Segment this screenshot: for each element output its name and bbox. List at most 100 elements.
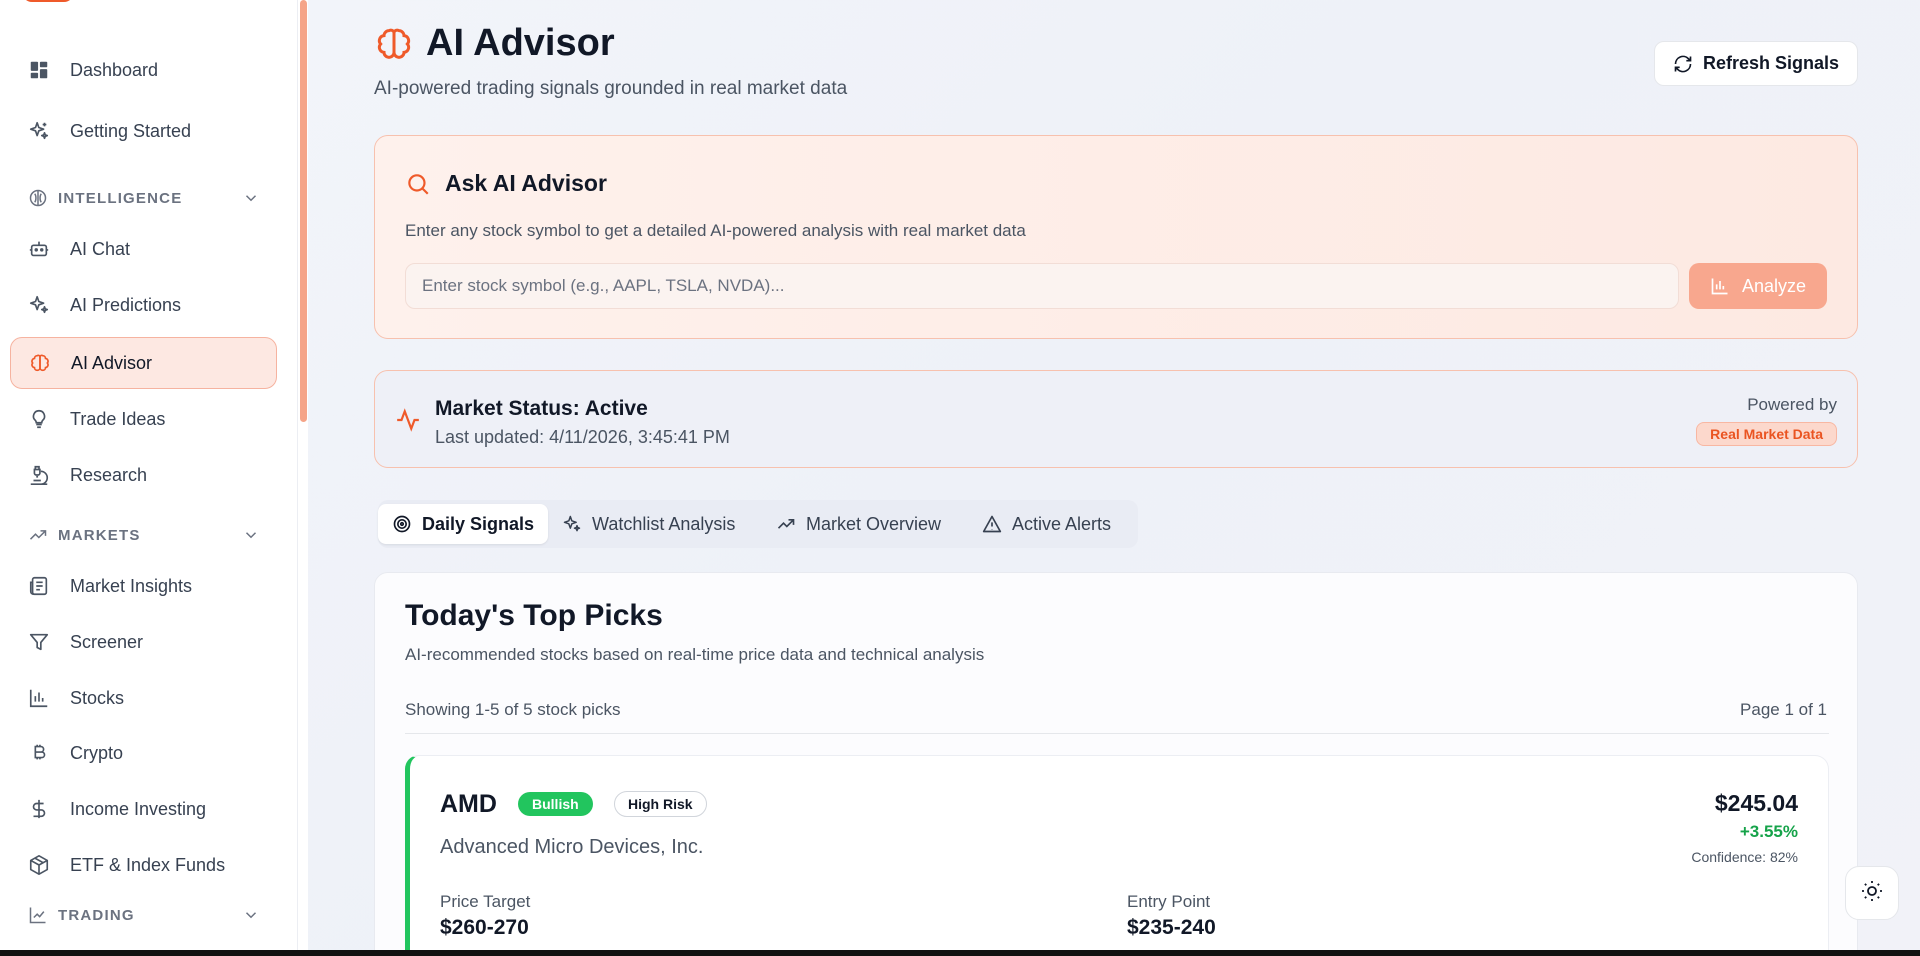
logo[interactable]	[22, 0, 74, 2]
brain-icon	[29, 352, 51, 374]
chevron-down-icon[interactable]	[242, 906, 260, 924]
theme-toggle-button[interactable]	[1845, 866, 1899, 920]
section-title: MARKETS	[58, 526, 141, 544]
top-picks-card: Today's Top Picks AI-recommended stocks …	[374, 572, 1858, 956]
sparkles-icon	[28, 120, 50, 142]
package-icon	[28, 854, 50, 876]
stock-pick-card[interactable]: AMD Bullish High Risk Advanced Micro Dev…	[405, 755, 1829, 956]
stock-symbol-input[interactable]	[405, 263, 1679, 309]
page-title-text: AI Advisor	[426, 22, 615, 64]
sidebar-item-label: Screener	[70, 631, 144, 652]
target-icon	[392, 514, 412, 534]
line-chart-icon	[28, 905, 48, 925]
sidebar-item-crypto[interactable]: Crypto	[10, 728, 277, 778]
market-status-updated: Last updated: 4/11/2026, 3:45:41 PM	[435, 427, 730, 447]
sidebar-scrollbar-thumb[interactable]	[300, 0, 307, 422]
bot-icon	[28, 238, 50, 260]
refresh-icon	[1673, 54, 1693, 74]
sidebar-item-label: Getting Started	[70, 120, 192, 141]
alert-triangle-icon	[982, 514, 1002, 534]
sidebar-item-getting-started[interactable]: Getting Started	[10, 106, 277, 156]
top-picks-title: Today's Top Picks	[405, 599, 663, 632]
bitcoin-icon	[28, 742, 50, 764]
analyze-label: Analyze	[1741, 275, 1807, 296]
ask-advisor-title: Ask AI Advisor	[445, 170, 607, 196]
picks-count: Showing 1-5 of 5 stock picks	[405, 700, 621, 719]
tab-daily-signals[interactable]: Daily Signals	[378, 504, 549, 544]
globe-brain-icon	[28, 188, 48, 208]
sidebar-item-ai-predictions[interactable]: AI Predictions	[10, 280, 277, 330]
sidebar-item-label: AI Advisor	[71, 352, 153, 373]
sidebar-item-label: AI Chat	[70, 238, 131, 259]
price-target-label: Price Target	[440, 892, 531, 911]
sidebar-item-research[interactable]: Research	[10, 450, 277, 500]
sidebar-item-label: Crypto	[70, 742, 124, 763]
window-bottom-edge	[0, 950, 1920, 956]
confidence: Confidence: 82%	[1691, 849, 1798, 865]
divider	[405, 733, 1829, 734]
activity-icon	[395, 407, 421, 433]
refresh-signals-button[interactable]: Refresh Signals	[1654, 41, 1858, 86]
tab-label: Daily Signals	[422, 513, 535, 534]
lightbulb-icon	[28, 408, 50, 430]
tab-active-alerts[interactable]: Active Alerts	[968, 504, 1125, 544]
analyze-button[interactable]: Analyze	[1689, 263, 1827, 309]
sun-icon	[1860, 879, 1884, 908]
dashboard-icon	[28, 59, 50, 81]
sidebar-item-trade-ideas[interactable]: Trade Ideas	[10, 394, 277, 444]
main-content: AI Advisor AI-powered trading signals gr…	[308, 0, 1920, 956]
brain-icon	[374, 24, 414, 64]
refresh-signals-label: Refresh Signals	[1702, 53, 1840, 73]
sidebar: Dashboard Getting Started INTELLIGENCE A…	[0, 0, 298, 956]
bar-chart-icon	[28, 687, 50, 709]
sidebar-item-label: Research	[70, 464, 148, 485]
page-subtitle: AI-powered trading signals grounded in r…	[374, 78, 848, 99]
sidebar-item-stocks[interactable]: Stocks	[10, 673, 277, 723]
signals-tabs: Daily Signals Watchlist Analysis Market …	[378, 500, 1138, 548]
ask-advisor-header: Ask AI Advisor	[405, 170, 607, 197]
sparkles-icon	[562, 514, 582, 534]
sidebar-item-etf-index-funds[interactable]: ETF & Index Funds	[10, 840, 277, 890]
sidebar-item-label: Dashboard	[70, 59, 159, 80]
sidebar-item-income-investing[interactable]: Income Investing	[10, 784, 277, 834]
search-icon	[405, 171, 431, 197]
sidebar-item-ai-advisor[interactable]: AI Advisor	[10, 337, 277, 389]
section-trading[interactable]: TRADING	[28, 900, 260, 930]
tab-market-overview[interactable]: Market Overview	[762, 504, 955, 544]
section-intelligence[interactable]: INTELLIGENCE	[28, 183, 260, 213]
trending-up-icon	[28, 525, 48, 545]
dollar-icon	[28, 798, 50, 820]
chevron-down-icon[interactable]	[242, 526, 260, 544]
sidebar-item-label: Market Insights	[70, 575, 193, 596]
ask-advisor-description: Enter any stock symbol to get a detailed…	[405, 221, 1026, 240]
company-name: Advanced Micro Devices, Inc.	[440, 836, 704, 858]
tab-label: Market Overview	[806, 513, 942, 534]
sparkles-icon	[28, 294, 50, 316]
sidebar-item-label: ETF & Index Funds	[70, 854, 226, 875]
chevron-down-icon[interactable]	[242, 189, 260, 207]
powered-by-label: Powered by	[1747, 395, 1837, 414]
section-markets[interactable]: MARKETS	[28, 520, 260, 550]
ask-advisor-card: Ask AI Advisor Enter any stock symbol to…	[374, 135, 1858, 339]
market-status-card: Market Status: Active Last updated: 4/11…	[374, 370, 1858, 468]
entry-point-label: Entry Point	[1127, 892, 1211, 911]
trending-up-icon	[776, 514, 796, 534]
status-badge: Real Market Data	[1696, 422, 1837, 446]
market-status-title: Market Status: Active	[435, 397, 648, 420]
tab-label: Active Alerts	[1012, 513, 1112, 534]
top-picks-description: AI-recommended stocks based on real-time…	[405, 645, 985, 664]
sidebar-item-label: AI Predictions	[70, 294, 182, 315]
sidebar-item-screener[interactable]: Screener	[10, 617, 277, 667]
entry-point-value: $235-240	[1127, 916, 1216, 939]
sidebar-item-market-insights[interactable]: Market Insights	[10, 561, 277, 611]
tab-watchlist-analysis[interactable]: Watchlist Analysis	[548, 504, 749, 544]
sidebar-item-ai-chat[interactable]: AI Chat	[10, 224, 277, 274]
sidebar-item-dashboard[interactable]: Dashboard	[10, 45, 277, 95]
page-title: AI Advisor	[374, 22, 615, 65]
sentiment-badge: Bullish	[518, 792, 593, 816]
stock-price: $245.04	[1714, 790, 1798, 816]
sidebar-item-label: Stocks	[70, 687, 125, 708]
newspaper-icon	[28, 575, 50, 597]
section-title: INTELLIGENCE	[58, 189, 183, 207]
microscope-icon	[28, 464, 50, 486]
